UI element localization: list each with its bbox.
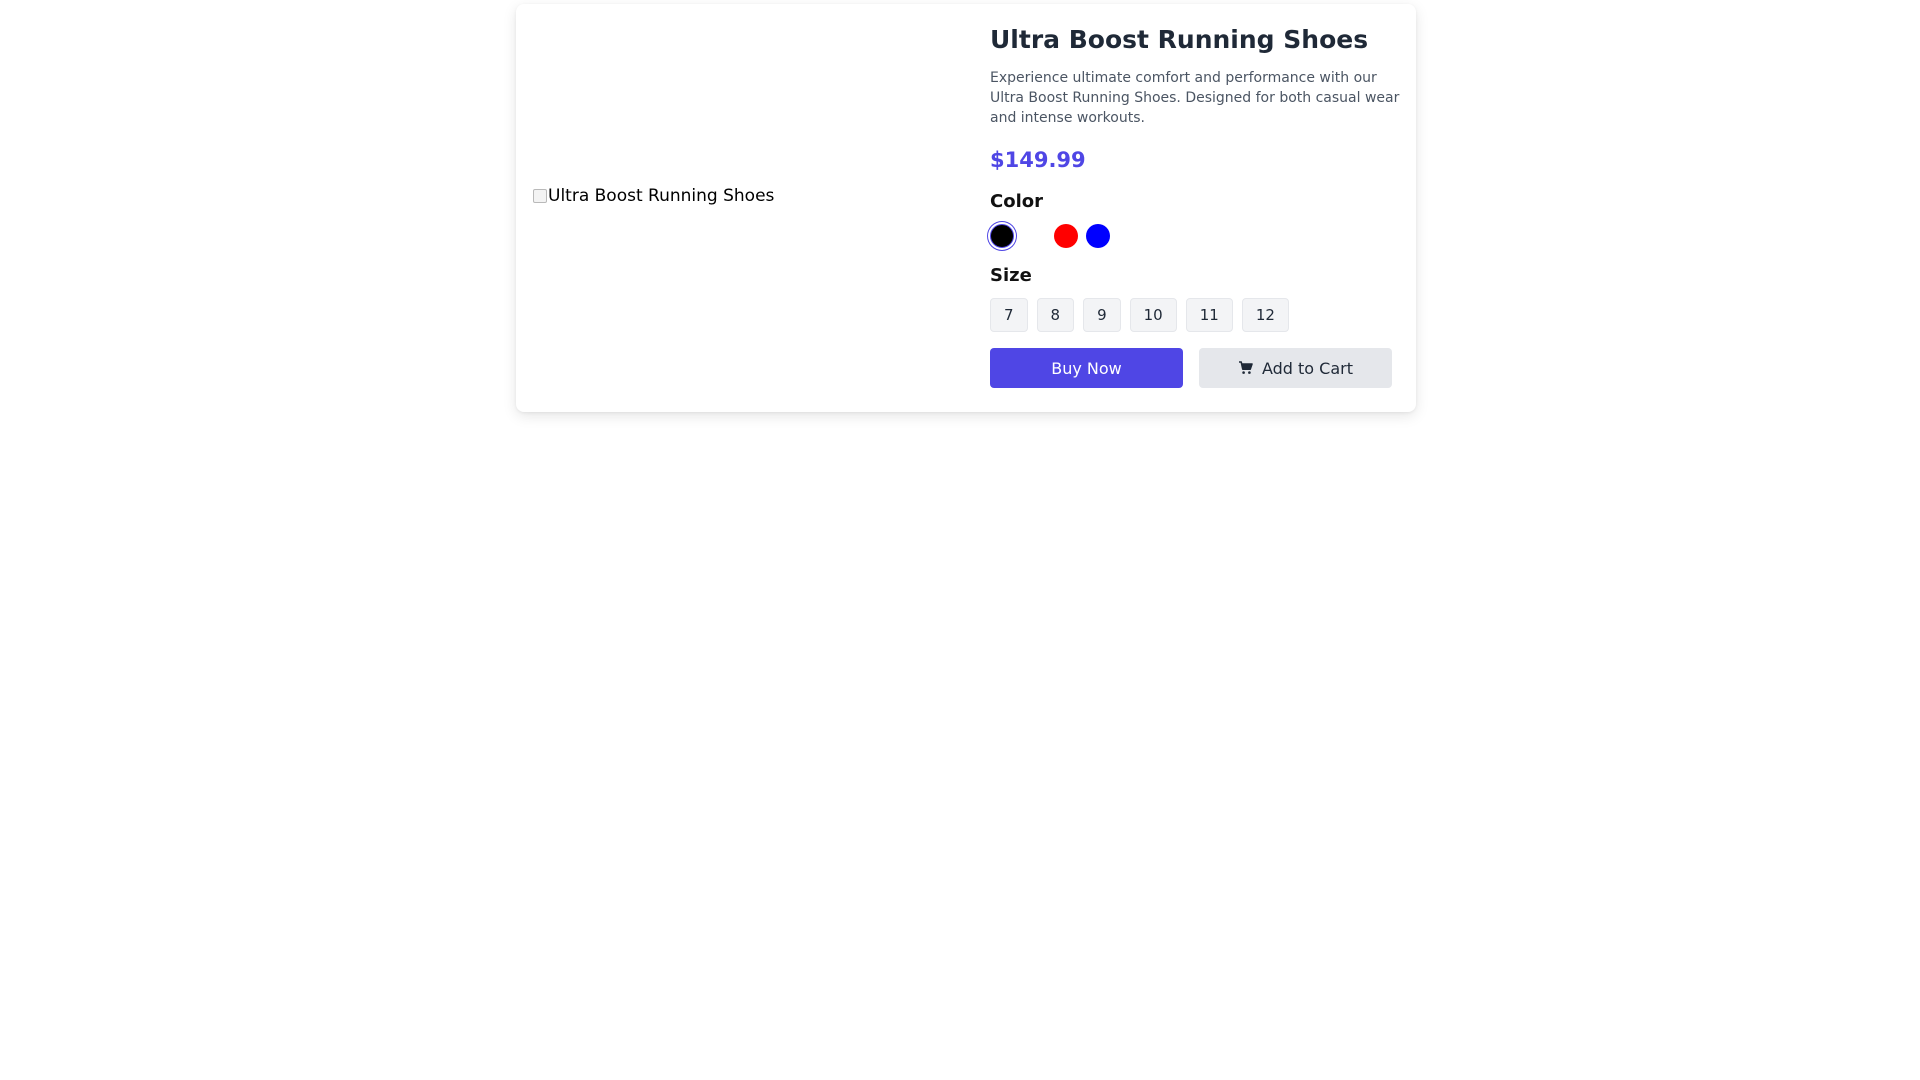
- size-button-11[interactable]: 11: [1185, 298, 1233, 332]
- size-options: 7 8 9 10 11 12: [990, 298, 1400, 332]
- buy-now-button[interactable]: Buy Now: [990, 348, 1183, 388]
- size-button-9[interactable]: 9: [1083, 298, 1121, 332]
- size-button-10[interactable]: 10: [1129, 298, 1177, 332]
- size-label: Size: [990, 265, 1032, 286]
- broken-image-icon: [532, 188, 548, 204]
- product-image: Ultra Boost Running Shoes: [532, 186, 774, 206]
- color-swatch-white[interactable]: [1022, 224, 1046, 248]
- color-swatch-blue[interactable]: [1086, 224, 1110, 248]
- product-price: $149.99: [990, 148, 1086, 172]
- add-to-cart-label: Add to Cart: [1261, 358, 1354, 378]
- color-swatch-black[interactable]: [990, 224, 1014, 248]
- product-image-pane: Ultra Boost Running Shoes: [532, 20, 982, 396]
- product-card: Ultra Boost Running Shoes Ultra Boost Ru…: [516, 4, 1416, 412]
- color-swatches: [990, 222, 1400, 248]
- action-buttons: Buy Now Add to Cart: [990, 348, 1400, 388]
- product-image-alt: Ultra Boost Running Shoes: [548, 186, 775, 206]
- size-button-7[interactable]: 7: [990, 298, 1028, 332]
- cart-icon: [1238, 360, 1254, 376]
- color-label: Color: [990, 191, 1043, 212]
- size-button-8[interactable]: 8: [1036, 298, 1075, 332]
- add-to-cart-button[interactable]: Add to Cart: [1199, 348, 1392, 388]
- size-button-12[interactable]: 12: [1241, 298, 1289, 332]
- product-description: Experience ultimate comfort and performa…: [990, 70, 1400, 126]
- color-swatch-red[interactable]: [1054, 224, 1078, 248]
- product-title: Ultra Boost Running Shoes: [990, 25, 1369, 54]
- product-info: Ultra Boost Running Shoes Experience ult…: [990, 22, 1400, 388]
- buy-now-label: Buy Now: [1051, 358, 1122, 378]
